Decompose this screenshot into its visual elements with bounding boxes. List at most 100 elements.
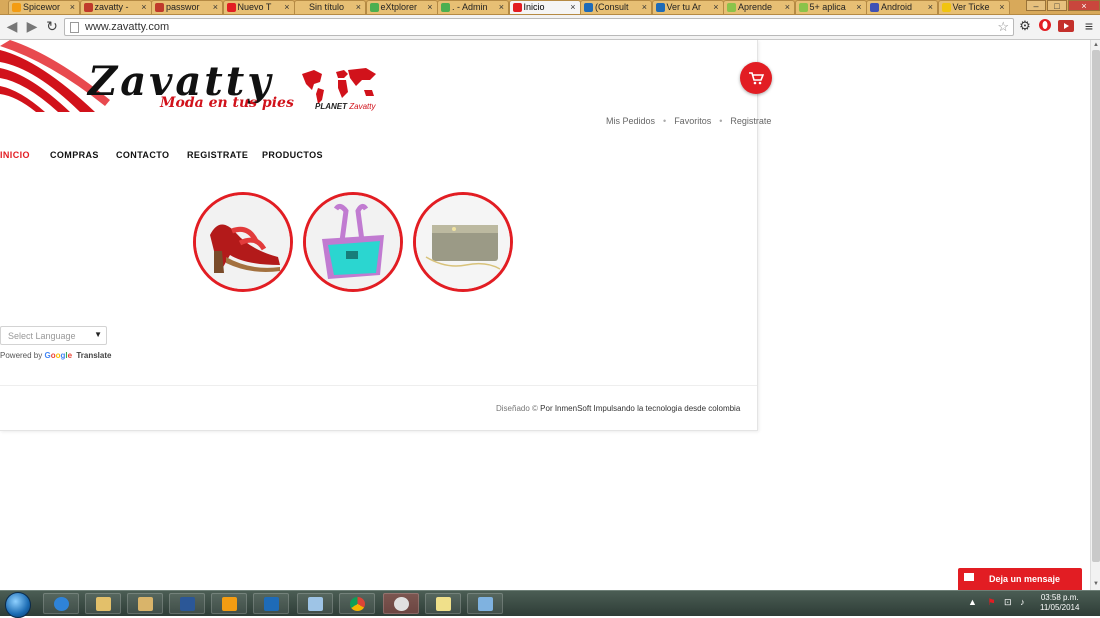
browser-tab[interactable]: eXtplorer × (365, 0, 438, 14)
taskbar-app[interactable] (297, 593, 333, 614)
scrollbar-thumb[interactable] (1092, 50, 1100, 562)
close-window-button[interactable]: × (1068, 0, 1100, 11)
browser-tab[interactable]: . - Admin × (437, 0, 509, 14)
tab-close-icon[interactable]: × (856, 1, 861, 13)
taskbar-ie[interactable] (43, 593, 79, 614)
tab-close-icon[interactable]: × (284, 1, 289, 13)
browser-tab[interactable]: (Consult × (580, 0, 652, 14)
taskbar-explorer[interactable] (127, 593, 163, 614)
nav-registrate[interactable]: REGISTRATE (187, 150, 248, 160)
browser-tab[interactable]: Nuevo T × (222, 0, 295, 14)
volume-icon[interactable]: ♪ (1020, 597, 1025, 607)
tab-close-icon[interactable]: × (713, 1, 718, 13)
taskbar-media[interactable] (211, 593, 247, 614)
start-button[interactable] (5, 592, 31, 618)
clock-time: 03:58 p.m. (1040, 593, 1079, 602)
link-mis-pedidos[interactable]: Mis Pedidos (606, 116, 655, 126)
tab-label: Nuevo T (237, 2, 272, 12)
taskbar-snipping[interactable] (383, 593, 419, 614)
taskbar-word[interactable] (169, 593, 205, 614)
browser-tab[interactable]: Aprende × (723, 0, 795, 14)
network-icon[interactable]: ⊡ (1004, 597, 1012, 607)
tab-close-icon[interactable]: × (70, 1, 75, 13)
translate-link[interactable]: Translate (76, 351, 111, 360)
taskbar-tool[interactable] (467, 593, 503, 614)
taskbar-folder[interactable] (85, 593, 121, 614)
link-registrate[interactable]: Registrate (730, 116, 771, 126)
link-favoritos[interactable]: Favoritos (674, 116, 711, 126)
nav-productos[interactable]: PRODUCTOS (262, 150, 323, 160)
tab-label: Ver Ticke (952, 2, 990, 12)
chrome-icon (350, 597, 365, 611)
powered-by-prefix: Powered by (0, 351, 43, 360)
minimize-button[interactable]: – (1026, 0, 1046, 11)
url-text[interactable]: www.zavatty.com (85, 21, 169, 33)
tab-favicon-icon (798, 3, 808, 12)
tab-favicon-icon (870, 3, 879, 12)
tab-close-icon[interactable]: × (427, 1, 432, 13)
archive-icon (96, 597, 111, 611)
tab-close-icon[interactable]: × (141, 1, 146, 13)
youtube-extension-icon[interactable] (1058, 18, 1074, 34)
browser-tab[interactable]: Sin título × (294, 0, 366, 14)
tool-icon (478, 597, 493, 611)
browser-tab[interactable]: passwor × (151, 0, 223, 14)
taskbar-clock[interactable]: 03:58 p.m. 11/05/2014 (1040, 593, 1079, 613)
tab-close-icon[interactable]: × (499, 1, 504, 13)
nav-compras[interactable]: COMPRAS (50, 150, 99, 160)
cart-button[interactable] (740, 62, 772, 94)
tab-close-icon[interactable]: × (785, 1, 790, 13)
menu-icon[interactable]: ≡ (1081, 18, 1097, 34)
tab-close-icon[interactable]: × (356, 1, 361, 13)
tab-close-icon[interactable]: × (213, 1, 218, 13)
taskbar-notes[interactable] (425, 593, 461, 614)
page-icon (70, 22, 79, 33)
scroll-up-icon[interactable]: ▲ (1092, 41, 1100, 49)
language-select-placeholder: Select Language (8, 331, 76, 341)
tray-expand-icon[interactable]: ▲ (968, 597, 977, 607)
system-tray: ▲ ⚑ ⊡ ♪ (968, 597, 1025, 608)
address-bar[interactable]: www.zavatty.com ☆ (64, 18, 1014, 36)
settings-gear-icon[interactable]: ⚙ (1017, 18, 1033, 34)
browser-tab[interactable]: Ver Ticke × (937, 0, 1010, 14)
language-select[interactable]: Select Language ▼ (0, 326, 107, 345)
tab-favicon-icon (83, 3, 93, 12)
browser-tab[interactable]: Android × (866, 0, 938, 14)
google-logo[interactable]: Google (44, 351, 72, 360)
bookmark-star-icon[interactable]: ☆ (997, 19, 1009, 35)
tab-close-icon[interactable]: × (642, 1, 647, 13)
product-handbag[interactable] (303, 192, 403, 292)
browser-tab[interactable]: 5+ aplica × (794, 0, 867, 14)
handbag-icon (306, 195, 400, 289)
link-separator: • (663, 116, 667, 126)
product-clutch[interactable] (413, 192, 513, 292)
taskbar-outlook[interactable] (253, 593, 289, 614)
leave-message-button[interactable]: Deja un mensaje (958, 568, 1082, 590)
tab-close-icon[interactable]: × (928, 1, 933, 13)
page-scrollbar[interactable]: ▲ ▼ (1090, 40, 1100, 590)
browser-tab[interactable]: Inicio × (508, 0, 581, 14)
reload-icon[interactable]: ↻ (44, 18, 60, 34)
browser-tab[interactable]: Ver tu Ar × (651, 0, 724, 14)
media-player-icon (222, 597, 237, 611)
flag-icon[interactable]: ⚑ (987, 597, 995, 607)
opera-extension-icon[interactable] (1037, 18, 1053, 34)
browser-tab[interactable]: zavatty - × (79, 0, 152, 14)
taskbar-chrome[interactable] (339, 593, 375, 614)
tab-label: zavatty - (94, 2, 129, 12)
scroll-down-icon[interactable]: ▼ (1092, 580, 1100, 588)
link-separator: • (719, 116, 723, 126)
forward-icon[interactable]: ▶ (24, 18, 40, 34)
tab-label: Spicewor (23, 2, 61, 12)
browser-tab[interactable]: Spicewor × (8, 0, 80, 14)
product-sandal[interactable] (193, 192, 293, 292)
tab-close-icon[interactable]: × (999, 1, 1004, 13)
nav-inicio[interactable]: INICIO (0, 150, 30, 160)
maximize-button[interactable]: □ (1047, 0, 1067, 11)
tab-close-icon[interactable]: × (570, 1, 575, 13)
outlook-icon (264, 597, 279, 611)
footer-by[interactable]: Por InmenSoft Impulsando la tecnologia d… (540, 404, 740, 413)
browser-toolbar: ◀ ▶ ↻ www.zavatty.com ☆ ⚙ ≡ (0, 15, 1100, 40)
back-icon[interactable]: ◀ (4, 18, 20, 34)
nav-contacto[interactable]: CONTACTO (116, 150, 169, 160)
